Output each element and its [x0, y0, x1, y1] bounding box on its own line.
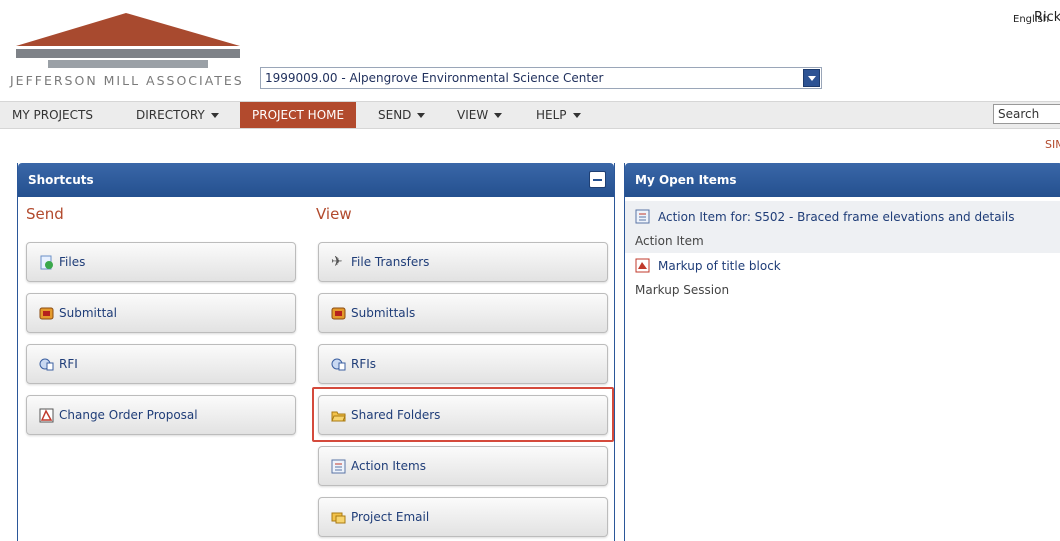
- chevron-down-icon[interactable]: [803, 69, 820, 87]
- button-label: Files: [59, 255, 86, 269]
- submittal-icon: [39, 307, 54, 320]
- caret-down-icon: [210, 113, 219, 118]
- selection-highlight: [312, 387, 614, 442]
- view-heading: View: [316, 205, 352, 223]
- button-label: Project Email: [351, 510, 430, 524]
- main-nav: MY PROJECTS DIRECTORY PROJECT HOME SEND …: [0, 101, 1060, 129]
- open-items-panel-header: My Open Items: [625, 163, 1060, 197]
- shortcuts-panel-header: Shortcuts: [18, 163, 614, 197]
- button-label: Change Order Proposal: [59, 408, 198, 422]
- caret-down-icon: [494, 113, 503, 118]
- sim-link[interactable]: SIM: [1045, 138, 1060, 151]
- nav-directory[interactable]: DIRECTORY: [136, 102, 219, 128]
- markup-icon: [635, 258, 650, 273]
- submittal-icon: [331, 307, 346, 320]
- minus-icon: [593, 179, 602, 181]
- nav-help[interactable]: HELP: [536, 102, 581, 128]
- rfi-icon: [39, 358, 54, 371]
- open-item-type: Markup Session: [635, 283, 730, 297]
- send-rfi-button[interactable]: RFI: [26, 344, 296, 384]
- open-item-link[interactable]: Markup of title block: [658, 259, 781, 273]
- button-label: Submittals: [351, 306, 416, 320]
- button-label: File Transfers: [351, 255, 430, 269]
- open-item: Action Item for: S502 - Braced frame ele…: [625, 201, 1060, 253]
- nav-send[interactable]: SEND: [378, 102, 426, 128]
- collapse-button[interactable]: [589, 171, 606, 188]
- send-change-order-button[interactable]: Change Order Proposal: [26, 395, 296, 435]
- project-selector[interactable]: 1999009.00 - Alpengrove Environmental Sc…: [260, 67, 822, 89]
- nav-label: PROJECT HOME: [252, 108, 345, 122]
- view-submittals-button[interactable]: Submittals: [318, 293, 608, 333]
- action-item-icon: [331, 459, 346, 474]
- user-menu[interactable]: Rick: [1034, 10, 1060, 25]
- button-label: RFI: [59, 357, 78, 371]
- shortcuts-panel: Shortcuts Send View Files Submittal RFI …: [17, 163, 615, 541]
- nav-view[interactable]: VIEW: [457, 102, 503, 128]
- panel-title: My Open Items: [635, 173, 737, 187]
- send-submittal-button[interactable]: Submittal: [26, 293, 296, 333]
- open-items-panel: My Open Items Action Item for: S502 - Br…: [624, 163, 1060, 541]
- button-label: Action Items: [351, 459, 426, 473]
- nav-label: DIRECTORY: [136, 108, 205, 122]
- email-icon: [331, 512, 346, 524]
- caret-down-icon: [572, 113, 581, 118]
- caret-down-icon: [417, 113, 426, 118]
- nav-my-projects[interactable]: MY PROJECTS: [12, 102, 93, 128]
- satellite-icon: ✈: [331, 254, 343, 270]
- view-project-email-button[interactable]: Project Email: [318, 497, 608, 537]
- open-item: Markup of title block Markup Session: [625, 253, 1060, 303]
- nav-label: HELP: [536, 108, 567, 122]
- view-action-items-button[interactable]: Action Items: [318, 446, 608, 486]
- view-rfis-button[interactable]: RFIs: [318, 344, 608, 384]
- project-selector-value: 1999009.00 - Alpengrove Environmental Sc…: [265, 71, 604, 85]
- nav-label: VIEW: [457, 108, 489, 122]
- send-heading: Send: [26, 205, 64, 223]
- company-name: JEFFERSON MILL ASSOCIATES: [10, 73, 244, 88]
- nav-project-home[interactable]: PROJECT HOME: [240, 102, 357, 128]
- open-item-type: Action Item: [635, 234, 704, 248]
- button-label: RFIs: [351, 357, 377, 371]
- nav-label: SEND: [378, 108, 412, 122]
- file-send-icon: [40, 255, 53, 270]
- open-item-link[interactable]: Action Item for: S502 - Braced frame ele…: [658, 210, 1014, 224]
- nav-label: MY PROJECTS: [12, 108, 93, 122]
- action-item-icon: [635, 209, 650, 224]
- panel-title: Shortcuts: [28, 173, 94, 187]
- send-files-button[interactable]: Files: [26, 242, 296, 282]
- search-input[interactable]: Search: [993, 104, 1060, 124]
- button-label: Submittal: [59, 306, 117, 320]
- view-file-transfers-button[interactable]: ✈ File Transfers: [318, 242, 608, 282]
- change-order-icon: [39, 408, 54, 423]
- rfi-icon: [331, 358, 346, 371]
- header: JEFFERSON MILL ASSOCIATES English Rick 1…: [0, 0, 1060, 98]
